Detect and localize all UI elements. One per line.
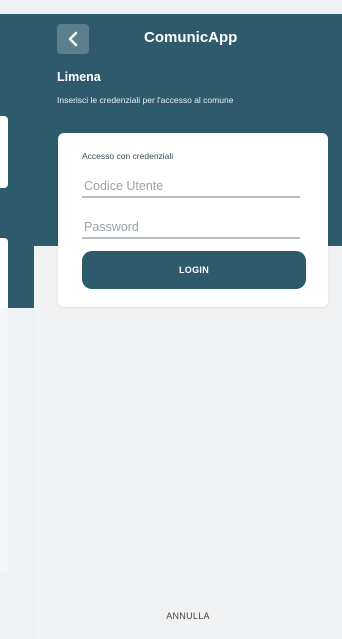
organization-name: Limena: [57, 70, 101, 84]
app-title: ComunicApp: [144, 29, 238, 46]
chevron-left-icon: [68, 31, 78, 47]
instruction-text: Inserisci le credenziali per l'accesso a…: [57, 95, 234, 105]
cancel-button[interactable]: ANNULLA: [34, 610, 342, 622]
card-heading: Accesso con credenziali: [82, 151, 174, 161]
login-sheet: ComunicApp Limena Inserisci le credenzia…: [34, 14, 342, 639]
login-button[interactable]: LOGIN: [82, 251, 306, 289]
login-card: Accesso con credenziali LOGIN: [58, 133, 328, 307]
back-button[interactable]: [57, 24, 89, 54]
background-card-lower-top: [0, 238, 8, 308]
background-card: [0, 116, 8, 188]
password-field[interactable]: [82, 217, 300, 239]
username-field[interactable]: [82, 176, 300, 198]
